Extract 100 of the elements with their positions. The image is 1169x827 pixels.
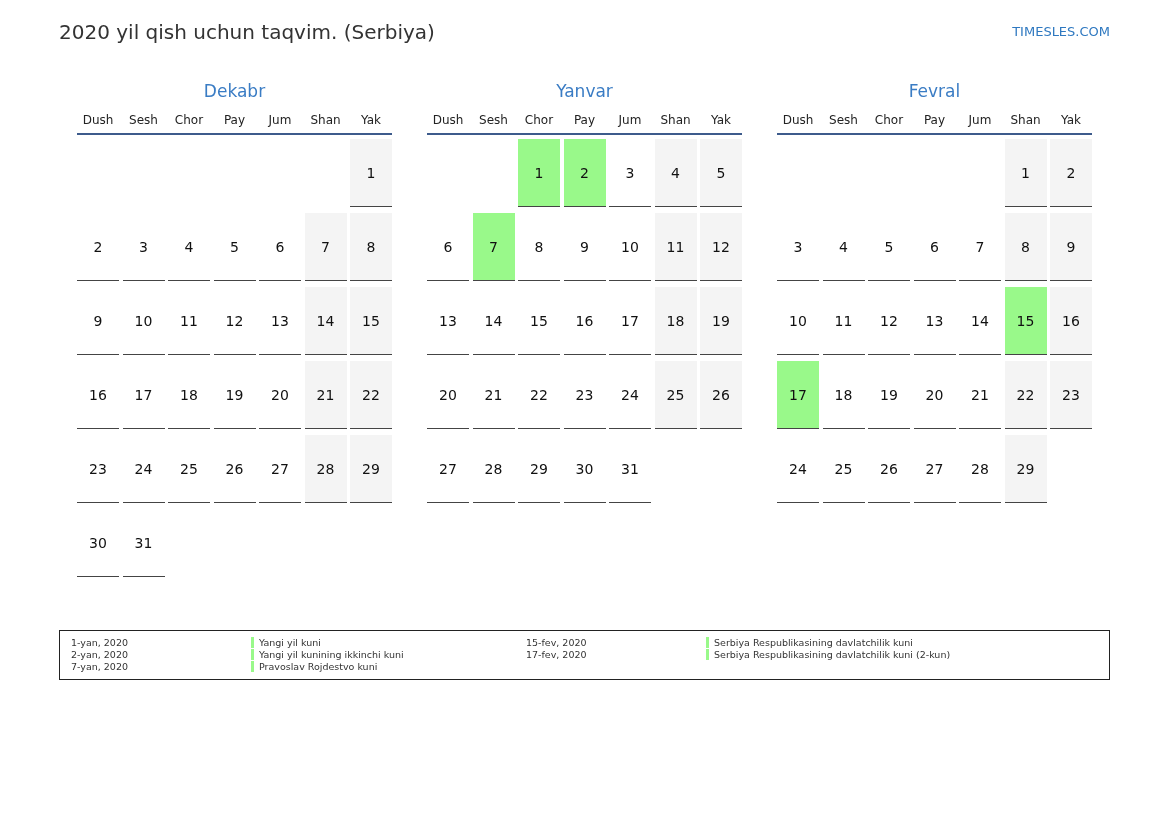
weekday-label: Yak xyxy=(360,113,382,127)
weekend-day-cell: 8 xyxy=(350,213,392,281)
day-cell: 15 xyxy=(518,287,560,355)
holiday-day-cell: 17 xyxy=(777,361,819,429)
weekend-day-cell: 4 xyxy=(654,139,697,207)
day-cell: 31 xyxy=(609,435,651,503)
weekend-day-cell: 8 xyxy=(1004,213,1047,281)
weekday-label: Yak xyxy=(710,113,732,127)
weekend-day-cell: 18 xyxy=(654,287,697,355)
weekday-label: Jum xyxy=(617,113,643,127)
day-cell: 22 xyxy=(518,361,560,429)
day-cell: 28 xyxy=(959,435,1001,503)
day-cell: 5 xyxy=(213,213,256,281)
day-cell: 27 xyxy=(913,435,956,503)
day-cell: 24 xyxy=(122,435,165,503)
weekend-day-cell: 23 xyxy=(1050,361,1092,429)
day-cell: 16 xyxy=(77,361,119,429)
weekend-day-cell: 15 xyxy=(350,287,392,355)
weekday-label: Shan xyxy=(309,113,342,127)
weekend-day-cell: 22 xyxy=(1004,361,1047,429)
weekday-label: Shan xyxy=(659,113,692,127)
weekend-day-cell: 25 xyxy=(654,361,697,429)
day-cell: 2 xyxy=(77,213,119,281)
holiday-date: 2-yan, 2020 xyxy=(71,648,129,660)
weekday-label: Chor xyxy=(523,113,555,127)
day-cell: 20 xyxy=(259,361,301,429)
weekday-label: Dush xyxy=(781,113,815,127)
holiday-name: Yangi yil kuni xyxy=(251,636,526,648)
day-cell: 6 xyxy=(259,213,301,281)
month-name: Dekabr xyxy=(202,81,267,103)
day-cell: 12 xyxy=(868,287,910,355)
holiday-date: 1-yan, 2020 xyxy=(71,636,129,648)
weekend-day-cell: 5 xyxy=(700,139,742,207)
weekend-day-cell: 1 xyxy=(350,139,392,207)
site-link[interactable]: TIMESLES.COM xyxy=(1012,24,1110,39)
day-cell: 13 xyxy=(913,287,956,355)
day-cell: 24 xyxy=(609,361,651,429)
weekday-label: Dush xyxy=(431,113,465,127)
holiday-date: 15-fev, 2020 xyxy=(526,636,588,648)
weekend-day-cell: 2 xyxy=(1050,139,1092,207)
day-cell: 21 xyxy=(472,361,515,429)
weekday-label: Pay xyxy=(572,113,597,127)
weekend-day-cell: 19 xyxy=(700,287,742,355)
weekday-label: Pay xyxy=(222,113,247,127)
weekend-day-cell: 28 xyxy=(304,435,347,503)
day-cell: 17 xyxy=(609,287,651,355)
weekday-label: Yak xyxy=(1060,113,1082,127)
weekday-label: Chor xyxy=(173,113,205,127)
day-cell: 16 xyxy=(563,287,606,355)
day-cell: 8 xyxy=(518,213,560,281)
day-cell: 3 xyxy=(122,213,165,281)
day-cell: 21 xyxy=(959,361,1001,429)
holiday-date: 7-yan, 2020 xyxy=(71,661,129,673)
day-cell: 13 xyxy=(259,287,301,355)
weekend-day-cell: 9 xyxy=(1050,213,1092,281)
month-name: Fevral xyxy=(907,81,962,103)
weekday-label: Sesh xyxy=(828,113,859,127)
weekend-day-cell: 14 xyxy=(304,287,347,355)
weekend-day-cell: 7 xyxy=(304,213,347,281)
weekday-label: Sesh xyxy=(128,113,159,127)
weekday-label: Chor xyxy=(873,113,905,127)
day-cell: 4 xyxy=(168,213,210,281)
day-cell: 10 xyxy=(777,287,819,355)
weekday-label: Sesh xyxy=(478,113,509,127)
day-cell: 6 xyxy=(427,213,469,281)
day-cell: 23 xyxy=(563,361,606,429)
day-cell: 30 xyxy=(77,509,119,577)
day-cell: 20 xyxy=(427,361,469,429)
weekday-label: Dush xyxy=(81,113,115,127)
day-cell: 25 xyxy=(822,435,865,503)
weekend-day-cell: 26 xyxy=(700,361,742,429)
day-cell: 9 xyxy=(77,287,119,355)
holiday-name: Yangi yil kunining ikkinchi kuni xyxy=(251,648,526,660)
weekday-label: Jum xyxy=(967,113,993,127)
weekend-day-cell: 16 xyxy=(1050,287,1092,355)
day-cell: 14 xyxy=(472,287,515,355)
weekday-label: Jum xyxy=(267,113,293,127)
day-cell: 11 xyxy=(822,287,865,355)
weekend-day-cell: 21 xyxy=(304,361,347,429)
day-cell: 29 xyxy=(518,435,560,503)
holiday-day-cell: 1 xyxy=(518,139,560,207)
holiday-name: Pravoslav Rojdestvo kuni xyxy=(251,661,526,673)
weekend-day-cell: 29 xyxy=(350,435,392,503)
day-cell: 26 xyxy=(868,435,910,503)
day-cell: 18 xyxy=(168,361,210,429)
day-cell: 3 xyxy=(609,139,651,207)
day-cell: 3 xyxy=(777,213,819,281)
day-cell: 9 xyxy=(563,213,606,281)
day-cell: 27 xyxy=(259,435,301,503)
month-name: Yanvar xyxy=(555,81,614,103)
day-cell: 23 xyxy=(77,435,119,503)
day-cell: 20 xyxy=(913,361,956,429)
holiday-name: Serbiya Respublikasining davlatchilik kuni xyxy=(706,636,1122,648)
weekend-day-cell: 22 xyxy=(350,361,392,429)
weekday-label: Pay xyxy=(922,113,947,127)
day-cell: 10 xyxy=(609,213,651,281)
day-cell: 17 xyxy=(122,361,165,429)
day-cell: 18 xyxy=(822,361,865,429)
holiday-name: Serbiya Respublikasining davlatchilik kuni (2-kun) xyxy=(706,648,1122,660)
day-cell: 10 xyxy=(122,287,165,355)
